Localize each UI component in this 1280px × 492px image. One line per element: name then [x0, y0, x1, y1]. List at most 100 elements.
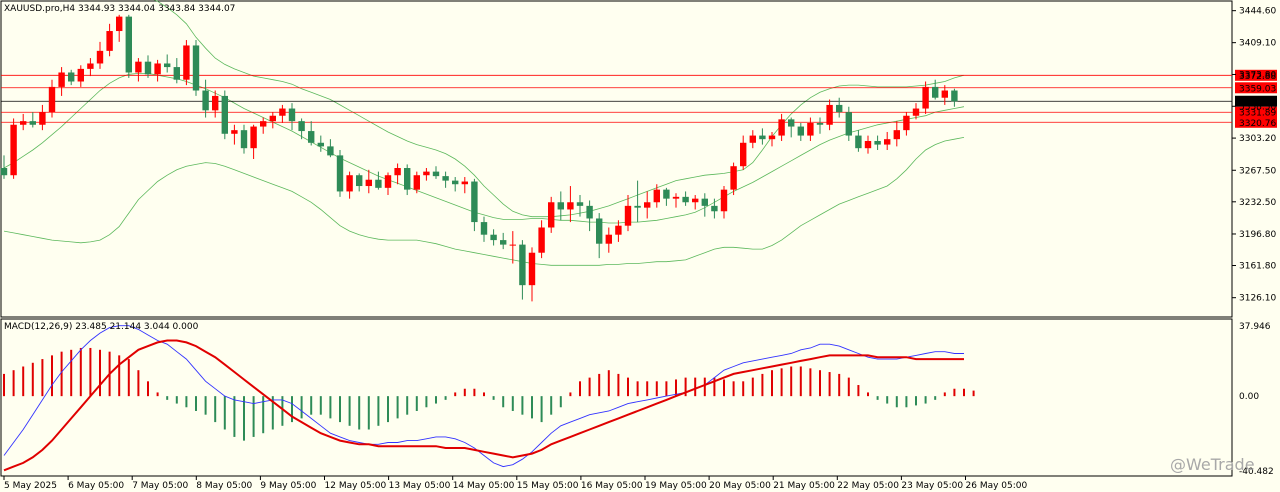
price-label-4: 3320.76 [1239, 119, 1276, 129]
candle-body-61 [586, 205, 593, 219]
price-tick-label-9: 3126.10 [1239, 294, 1276, 304]
x-label-11: 20 May 05:00 [709, 481, 771, 491]
candle-body-49 [471, 181, 478, 223]
macd-header: MACD(12,26,9) 23.485 21.144 3.044 0.000 [4, 322, 199, 332]
candle-body-81 [778, 119, 785, 136]
candle-body-26 [250, 126, 257, 149]
candle-body-32 [308, 131, 315, 143]
x-label-9: 16 May 05:00 [581, 481, 643, 491]
candle-body-34 [327, 146, 334, 156]
price-chart[interactable]: 3372.883359.033344.073331.893320.76 3444… [0, 0, 1280, 492]
candle-body-80 [768, 135, 776, 140]
candle-body-63 [605, 234, 612, 244]
candle-body-67 [644, 202, 651, 208]
candle-body-64 [615, 225, 622, 235]
candle-body-51 [490, 234, 497, 241]
candle-body-29 [279, 108, 286, 116]
price-tick-label-4: 3303.20 [1239, 134, 1276, 144]
candle-body-96 [922, 86, 929, 109]
x-label-15: 26 May 05:00 [966, 481, 1028, 491]
candle-body-41 [394, 168, 401, 176]
candle-body-53 [509, 244, 516, 246]
candle-body-76 [730, 166, 737, 190]
candle-body-19 [183, 45, 190, 80]
candle-body-52 [500, 240, 507, 245]
price-tick-label-3: 3338.50 [1239, 102, 1276, 112]
candle-body-48 [461, 181, 468, 185]
candle-body-88 [845, 112, 852, 136]
candle-body-45 [432, 171, 440, 177]
candle-body-77 [740, 142, 747, 167]
candle-body-39 [375, 179, 382, 188]
candle-body-56 [538, 227, 545, 253]
candle-body-20 [192, 45, 200, 91]
candle-body-18 [173, 67, 180, 80]
candle-body-54 [519, 244, 526, 286]
candle-body-43 [413, 175, 420, 190]
candle-body-17 [164, 63, 171, 68]
watermark: @WeTrade [1170, 455, 1255, 474]
candle-body-79 [759, 135, 766, 140]
x-label-8: 15 May 05:00 [517, 481, 579, 491]
price-label-1: 3359.03 [1239, 84, 1276, 94]
candle-body-74 [711, 205, 718, 212]
candle-body-16 [154, 63, 161, 75]
candle-body-68 [653, 189, 660, 203]
candle-body-2 [20, 121, 27, 125]
price-tick-label-2: 3373.80 [1239, 70, 1276, 80]
candle-body-24 [231, 130, 238, 134]
candle-body-37 [356, 175, 363, 187]
x-label-12: 21 May 05:00 [773, 481, 835, 491]
candle-body-7 [68, 72, 75, 82]
candle-body-92 [884, 139, 891, 145]
candle-body-13 [125, 16, 132, 73]
candle-body-91 [874, 140, 881, 145]
macd-tick-label-0: 37.946 [1239, 322, 1271, 332]
candle-body-50 [480, 222, 488, 235]
macd-tick-label-1: 0.00 [1239, 392, 1259, 402]
x-label-5: 12 May 05:00 [325, 481, 387, 491]
candle-body-95 [912, 108, 920, 116]
candle-body-75 [720, 189, 728, 212]
candle-body-38 [365, 179, 372, 187]
candle-body-62 [596, 218, 603, 244]
candle-body-11 [106, 31, 113, 51]
x-label-2: 7 May 05:00 [132, 481, 188, 491]
candle-body-25 [240, 130, 248, 149]
candle-body-84 [807, 122, 814, 136]
candle-body-87 [836, 104, 843, 113]
x-label-7: 14 May 05:00 [453, 481, 515, 491]
candle-body-21 [202, 90, 209, 111]
candle-body-8 [77, 68, 84, 82]
candle-body-58 [557, 202, 564, 210]
candle-body-4 [39, 112, 46, 125]
candle-body-31 [298, 121, 305, 132]
candle-body-23 [221, 95, 228, 134]
candle-body-1 [10, 124, 17, 176]
price-tick-label-1: 3409.10 [1239, 39, 1276, 49]
candle-body-72 [692, 198, 699, 203]
x-label-3: 8 May 05:00 [196, 481, 252, 491]
candle-body-33 [317, 142, 324, 147]
x-label-1: 6 May 05:00 [68, 481, 124, 491]
candle-body-73 [701, 198, 708, 206]
candle-body-35 [336, 155, 344, 192]
candle-body-9 [87, 63, 94, 69]
candle-body-42 [404, 168, 411, 190]
candle-body-47 [452, 180, 459, 185]
chart-background [0, 0, 1280, 492]
candle-body-99 [951, 90, 958, 102]
candle-body-27 [260, 121, 267, 127]
candle-body-46 [442, 176, 449, 181]
candle-body-65 [624, 205, 632, 226]
candle-body-83 [797, 126, 804, 136]
candle-body-3 [29, 121, 36, 125]
candle-body-36 [346, 175, 353, 192]
candle-body-12 [116, 16, 123, 32]
candle-body-6 [58, 72, 65, 87]
candle-body-82 [788, 119, 795, 127]
candle-body-94 [903, 115, 910, 131]
candle-body-5 [48, 86, 56, 113]
x-label-0: 5 May 2025 [4, 481, 57, 491]
candle-body-0 [0, 168, 8, 176]
